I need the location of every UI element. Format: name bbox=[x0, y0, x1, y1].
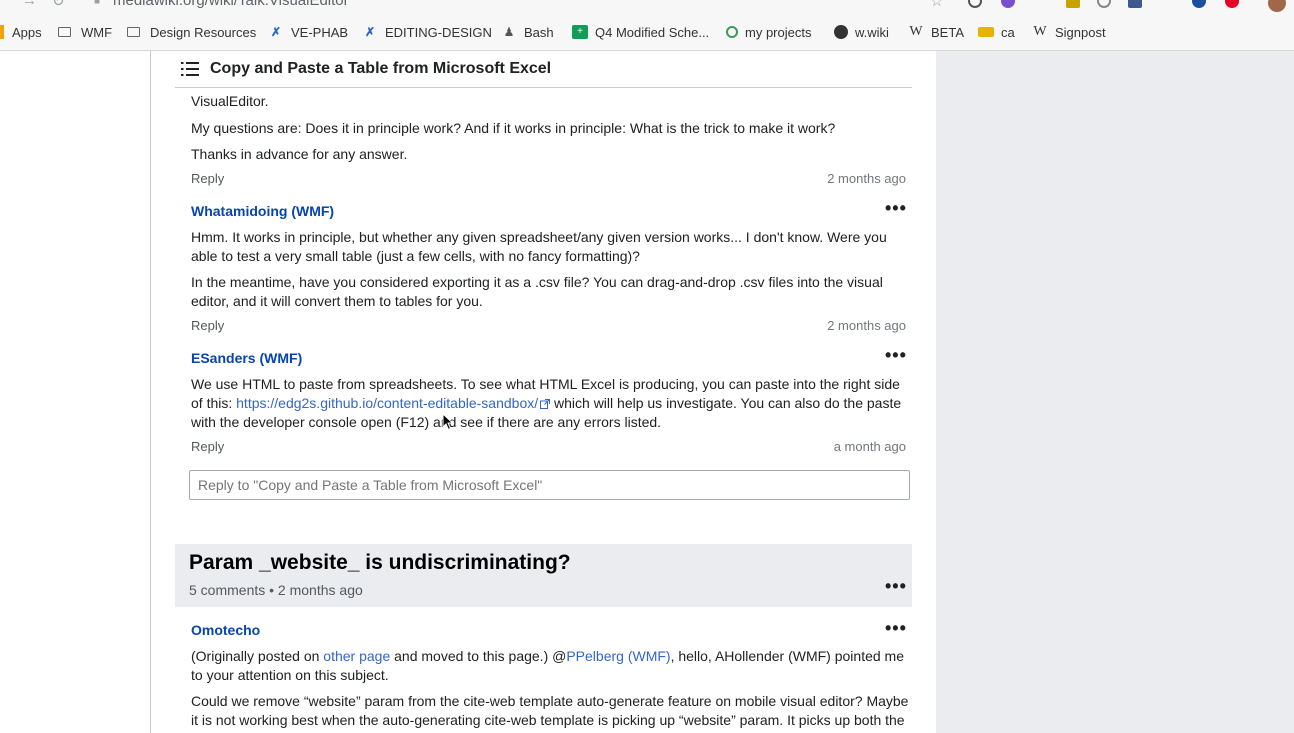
comment-text: Hmm. It works in principle, but whether … bbox=[191, 229, 887, 264]
comment-overflow-menu[interactable]: ••• bbox=[885, 346, 907, 364]
bookmark-apps[interactable]: Apps bbox=[0, 23, 42, 41]
lock-icon: ■ bbox=[94, 0, 101, 7]
user-mention-link[interactable]: PPelberg (WMF) bbox=[566, 648, 670, 664]
extension-icon[interactable] bbox=[968, 0, 982, 8]
comment-author[interactable]: Whatamidoing (WMF) bbox=[191, 203, 334, 219]
extension-icon[interactable] bbox=[1128, 0, 1142, 8]
bookmark-design-resources[interactable]: Design Resources bbox=[127, 23, 256, 41]
topic-meta: 5 comments • 2 months ago bbox=[189, 582, 363, 598]
phabricator-icon: ✗ bbox=[270, 25, 282, 39]
bookmark-ve-phab[interactable]: ✗ VE-PHAB bbox=[268, 23, 348, 41]
profile-avatar[interactable] bbox=[1268, 0, 1286, 12]
topic-header: Param _website_ is undiscriminating? 5 c… bbox=[175, 544, 912, 607]
reply-link[interactable]: Reply bbox=[191, 439, 224, 454]
comment-overflow-menu[interactable]: ••• bbox=[885, 199, 907, 217]
reply-link[interactable]: Reply bbox=[191, 171, 224, 186]
projects-icon bbox=[726, 26, 738, 38]
comment-text: We use HTML to paste from spreadsheets. … bbox=[191, 376, 902, 430]
bookmark-beta[interactable]: W BETA bbox=[908, 23, 964, 41]
talk-page-content: Copy and Paste a Table from Microsoft Ex… bbox=[151, 51, 936, 733]
extension-icon[interactable] bbox=[1097, 0, 1111, 8]
phabricator-icon: ✗ bbox=[364, 25, 376, 39]
bookmark-wmf[interactable]: WMF bbox=[58, 23, 112, 41]
bookmark-signpost[interactable]: W Signpost bbox=[1032, 23, 1105, 41]
pinterest-icon[interactable] bbox=[1225, 0, 1239, 8]
comment-author[interactable]: ESanders (WMF) bbox=[191, 350, 302, 366]
comment-text: (Originally posted on other page and mov… bbox=[191, 648, 905, 683]
extension-icon[interactable] bbox=[1001, 0, 1015, 8]
table-of-contents-icon[interactable] bbox=[181, 61, 199, 77]
mouse-cursor-icon bbox=[442, 413, 454, 431]
comment-text: My questions are: Does it in principle w… bbox=[191, 120, 836, 136]
right-sidebar bbox=[936, 51, 1294, 733]
external-link-icon bbox=[540, 399, 551, 409]
forward-icon[interactable]: → bbox=[22, 0, 37, 9]
bookmark-ca[interactable]: ca bbox=[978, 23, 1015, 41]
extension-icon[interactable] bbox=[1066, 0, 1080, 8]
browser-toolbar: → ↻ ■ mediawiki.org/wiki/Talk:VisualEdit… bbox=[0, 0, 1294, 12]
sheets-icon: + bbox=[572, 25, 588, 39]
reply-link[interactable]: Reply bbox=[191, 318, 224, 333]
sticky-topic-title: Copy and Paste a Table from Microsoft Ex… bbox=[210, 60, 552, 77]
ca-icon bbox=[978, 27, 994, 37]
comment-text: VisualEditor. bbox=[191, 93, 269, 109]
bookmark-bash[interactable]: ♟ Bash bbox=[501, 23, 554, 41]
reply-input[interactable] bbox=[189, 470, 910, 500]
topic-overflow-menu[interactable]: ••• bbox=[885, 577, 907, 595]
folder-icon bbox=[58, 27, 71, 37]
wikipedia-icon: W bbox=[909, 24, 923, 39]
reload-icon[interactable]: ↻ bbox=[52, 0, 65, 10]
bookmark-editing-design[interactable]: ✗ EDITING-DESIGN bbox=[362, 23, 492, 41]
comment-timestamp[interactable]: 2 months ago bbox=[827, 171, 906, 186]
comment-timestamp[interactable]: a month ago bbox=[834, 439, 906, 454]
sandbox-external-link[interactable]: https://edg2s.github.io/content-editable… bbox=[236, 395, 538, 411]
wikipedia-icon: W bbox=[1033, 24, 1047, 39]
sticky-topic-header: Copy and Paste a Table from Microsoft Ex… bbox=[175, 51, 912, 88]
comment-text: Thanks in advance for any answer. bbox=[191, 146, 408, 162]
comment-overflow-menu[interactable]: ••• bbox=[885, 619, 907, 637]
bookmark-q4-schedule[interactable]: + Q4 Modified Sche... bbox=[572, 23, 709, 41]
globe-icon bbox=[834, 25, 848, 39]
apps-grid-icon bbox=[0, 25, 4, 39]
topic-title: Param _website_ is undiscriminating? bbox=[189, 551, 571, 574]
address-bar[interactable]: mediawiki.org/wiki/Talk:VisualEditor bbox=[113, 0, 349, 9]
comment-timestamp[interactable]: 2 months ago bbox=[827, 318, 906, 333]
folder-icon bbox=[127, 27, 140, 37]
comment-author[interactable]: Omotecho bbox=[191, 622, 260, 638]
other-page-link[interactable]: other page bbox=[323, 648, 390, 664]
bookmark-star-icon[interactable]: ☆ bbox=[930, 0, 943, 10]
bookmark-my-projects[interactable]: my projects bbox=[726, 23, 811, 41]
comment-text: Could we remove “website” param from the… bbox=[191, 693, 909, 728]
bash-icon: ♟ bbox=[503, 25, 515, 39]
bookmark-w-wiki[interactable]: w.wiki bbox=[834, 23, 889, 41]
left-margin bbox=[0, 51, 151, 733]
extension-icon[interactable] bbox=[1192, 0, 1206, 8]
comment-text: In the meantime, have you considered exp… bbox=[191, 274, 883, 309]
bookmarks-bar: Apps WMF Design Resources ✗ VE-PHAB ✗ ED… bbox=[0, 12, 1294, 51]
